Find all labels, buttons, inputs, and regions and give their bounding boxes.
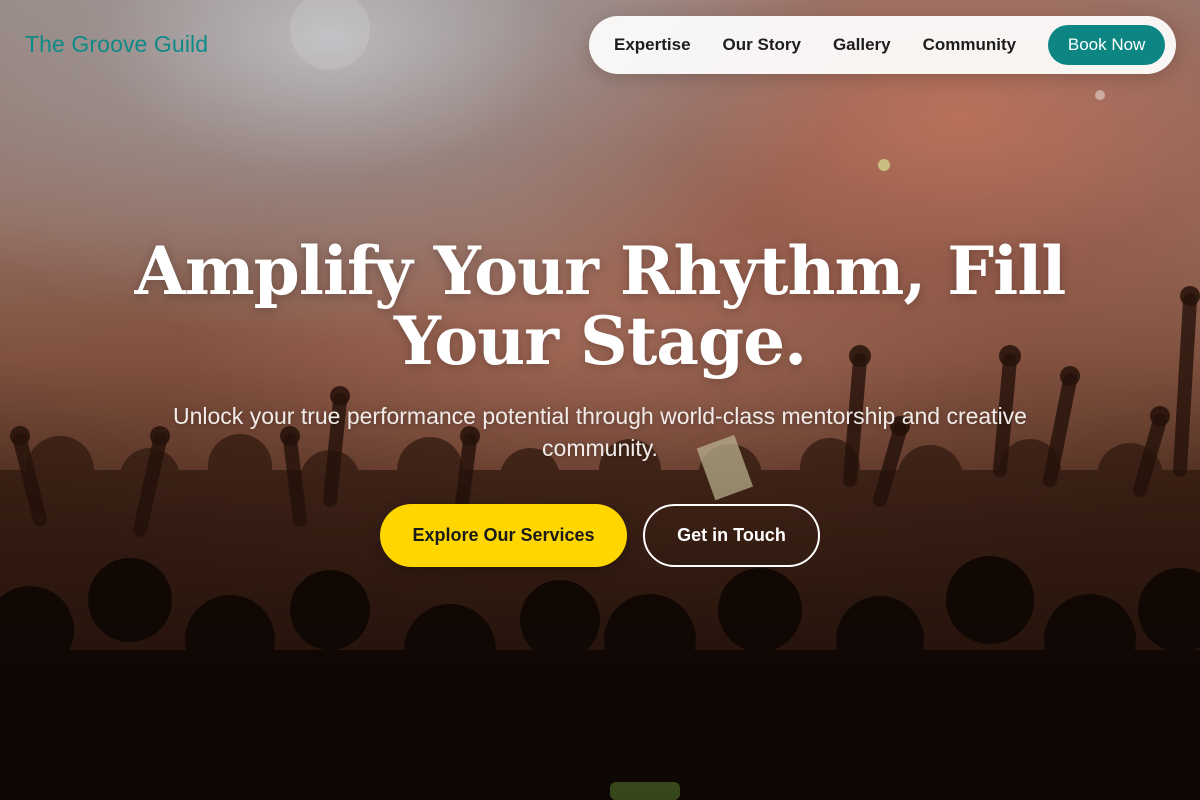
book-now-button[interactable]: Book Now (1048, 25, 1166, 65)
nav-link-expertise[interactable]: Expertise (614, 35, 691, 55)
nav-link-gallery[interactable]: Gallery (833, 35, 891, 55)
hero-subtitle: Unlock your true performance potential t… (173, 403, 1027, 461)
nav-link-community[interactable]: Community (923, 35, 1017, 55)
nav-link-our-story[interactable]: Our Story (723, 35, 801, 55)
explore-services-button[interactable]: Explore Our Services (380, 504, 627, 567)
hero-title: Amplify Your Rhythm, Fill Your Stage. (134, 232, 1067, 380)
get-in-touch-button[interactable]: Get in Touch (643, 504, 820, 567)
hero-section: The Groove Guild Expertise Our Story Gal… (0, 0, 1200, 800)
main-navigation: Expertise Our Story Gallery Community Bo… (589, 16, 1176, 74)
brand-logo[interactable]: The Groove Guild (25, 31, 208, 58)
